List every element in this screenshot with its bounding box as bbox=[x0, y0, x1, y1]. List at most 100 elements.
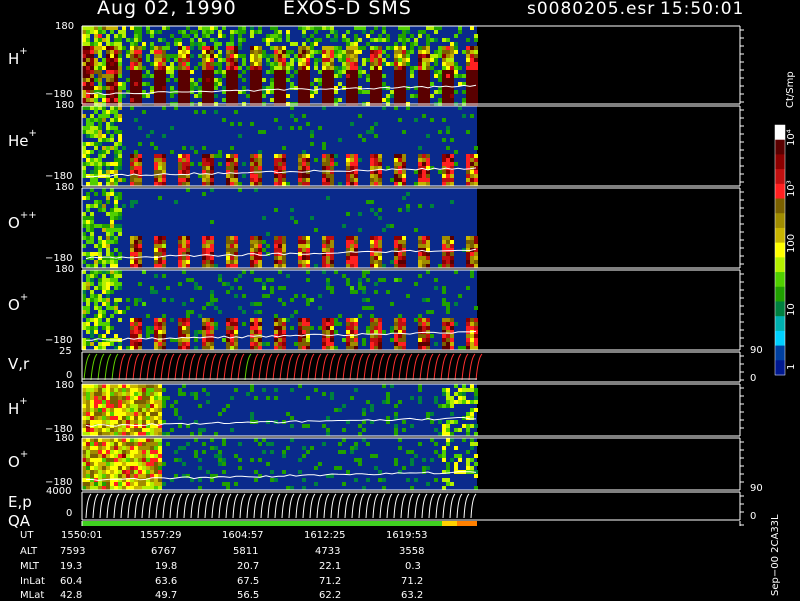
heatmap-cell bbox=[426, 182, 430, 186]
heatmap-cell bbox=[354, 74, 358, 78]
heatmap-cell bbox=[322, 392, 326, 396]
heatmap-cell bbox=[330, 170, 334, 174]
heatmap-cell bbox=[322, 50, 326, 54]
heatmap-cell bbox=[130, 264, 134, 268]
velocity-trace bbox=[300, 353, 308, 381]
heatmap-cell bbox=[270, 470, 274, 474]
heatmap-cell bbox=[238, 286, 242, 290]
heatmap-cell bbox=[274, 38, 278, 42]
heatmap-cell bbox=[106, 326, 110, 330]
heatmap-cell bbox=[370, 182, 374, 186]
heatmap-cell bbox=[282, 178, 286, 182]
heatmap-cell bbox=[258, 174, 262, 178]
heatmap-cell bbox=[178, 416, 182, 420]
heatmap-cell bbox=[302, 74, 306, 78]
heatmap-cell bbox=[446, 420, 450, 424]
heatmap-cell bbox=[94, 346, 98, 350]
heatmap-cell bbox=[450, 420, 454, 424]
heatmap-cell bbox=[142, 408, 146, 412]
heatmap-cell bbox=[246, 94, 250, 98]
heatmap-cell bbox=[110, 188, 114, 192]
heatmap-cell bbox=[106, 74, 110, 78]
heatmap-cell bbox=[262, 240, 266, 244]
heatmap-cell bbox=[86, 458, 90, 462]
energy-trace bbox=[141, 493, 148, 519]
velocity-trace bbox=[167, 353, 175, 381]
heatmap-cell bbox=[130, 470, 134, 474]
heatmap-cell bbox=[82, 326, 86, 330]
heatmap-cell bbox=[346, 50, 350, 54]
heatmap-cell bbox=[370, 208, 374, 212]
heatmap-cell bbox=[274, 236, 278, 240]
heatmap-cell bbox=[162, 236, 166, 240]
heatmap-cell bbox=[154, 412, 158, 416]
heatmap-cell bbox=[130, 454, 134, 458]
heatmap-cell bbox=[470, 174, 474, 178]
heatmap-cell bbox=[250, 154, 254, 158]
heatmap-cell bbox=[118, 178, 122, 182]
heatmap-cell bbox=[94, 50, 98, 54]
heatmap-cell bbox=[418, 322, 422, 326]
heatmap-cell bbox=[466, 462, 470, 466]
heatmap-cell bbox=[82, 462, 86, 466]
heatmap-cell bbox=[142, 442, 146, 446]
heatmap-cell bbox=[106, 98, 110, 102]
heatmap-cell bbox=[470, 400, 474, 404]
heatmap-cell bbox=[382, 82, 386, 86]
colorbar-tick-100: 100 bbox=[786, 233, 797, 253]
heatmap-cell bbox=[98, 470, 102, 474]
heatmap-cell bbox=[86, 400, 90, 404]
heatmap-cell bbox=[178, 38, 182, 42]
heatmap-cell bbox=[266, 62, 270, 66]
heatmap-cell bbox=[346, 182, 350, 186]
heatmap-cell bbox=[258, 278, 262, 282]
heatmap-cell bbox=[238, 38, 242, 42]
cell: 22.1 bbox=[319, 561, 342, 572]
heatmap-cell bbox=[378, 346, 382, 350]
heatmap-cell bbox=[258, 94, 262, 98]
heatmap-cell bbox=[398, 326, 402, 330]
heatmap-cell bbox=[462, 384, 466, 388]
heatmap-cell bbox=[134, 50, 138, 54]
heatmap-cell bbox=[414, 478, 418, 482]
heatmap-cell bbox=[402, 170, 406, 174]
heatmap-cell bbox=[334, 74, 338, 78]
heatmap-cell bbox=[206, 94, 210, 98]
heatmap-cell bbox=[466, 260, 470, 264]
heatmap-cell bbox=[266, 462, 270, 466]
heatmap-cell bbox=[182, 236, 186, 240]
heatmap-cell bbox=[458, 392, 462, 396]
heatmap-cell bbox=[86, 74, 90, 78]
heatmap-cell bbox=[318, 78, 322, 82]
heatmap-cell bbox=[98, 314, 102, 318]
heatmap-cell bbox=[254, 182, 258, 186]
heatmap-cell bbox=[230, 322, 234, 326]
heatmap-cell bbox=[454, 150, 458, 154]
heatmap-cell bbox=[118, 62, 122, 66]
heatmap-cell bbox=[94, 396, 98, 400]
heatmap-cell bbox=[146, 408, 150, 412]
heatmap-cell bbox=[154, 478, 158, 482]
heatmap-cell bbox=[122, 82, 126, 86]
heatmap-cell bbox=[110, 392, 114, 396]
heatmap-cell bbox=[182, 66, 186, 70]
heatmap-cell bbox=[302, 478, 306, 482]
heatmap-cell bbox=[250, 26, 254, 30]
heatmap-cell bbox=[118, 208, 122, 212]
heatmap-cell bbox=[114, 274, 118, 278]
heatmap-cell bbox=[86, 326, 90, 330]
heatmap-cell bbox=[194, 286, 198, 290]
heatmap-cell bbox=[90, 54, 94, 58]
energy-trace bbox=[274, 493, 281, 519]
heatmap-cell bbox=[466, 236, 470, 240]
heatmap-cell bbox=[470, 170, 474, 174]
heatmap-cell bbox=[110, 224, 114, 228]
heatmap-cell bbox=[418, 98, 422, 102]
heatmap-cell bbox=[238, 134, 242, 138]
heatmap-cell bbox=[450, 200, 454, 204]
heatmap-cell bbox=[326, 342, 330, 346]
heatmap-cell bbox=[178, 458, 182, 462]
heatmap-cell bbox=[86, 322, 90, 326]
heatmap-cell bbox=[466, 338, 470, 342]
heatmap-cell bbox=[98, 224, 102, 228]
